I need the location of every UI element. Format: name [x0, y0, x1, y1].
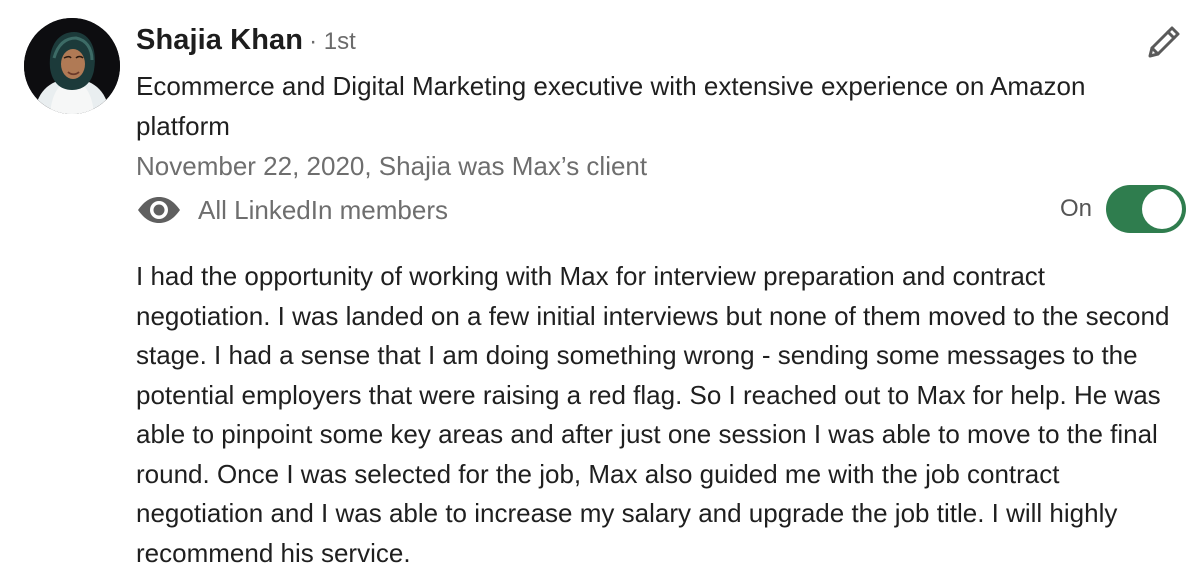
toggle-state-label: On	[1059, 195, 1092, 222]
visibility-setting: All LinkedIn members	[136, 190, 448, 230]
recommendation-meta: November 22, 2020, Shajia was Max’s clie…	[136, 151, 648, 181]
recommender-headline: Ecommerce and Digital Marketing executiv…	[136, 71, 1086, 141]
visibility-toggle-group: On	[1060, 184, 1186, 234]
recommender-header: Shajia Khan · 1st	[136, 24, 356, 64]
eye-icon	[136, 190, 182, 230]
visibility-label: All LinkedIn members	[198, 194, 448, 225]
recommendation-text: I had the opportunity of working with Ma…	[136, 261, 1170, 568]
pencil-icon[interactable]	[1142, 20, 1186, 64]
toggle-knob	[1142, 189, 1182, 229]
visibility-toggle[interactable]	[1106, 185, 1186, 233]
recommender-name[interactable]: Shajia Khan	[136, 24, 303, 57]
connection-degree: · 1st	[309, 28, 356, 55]
avatar[interactable]	[24, 18, 120, 114]
